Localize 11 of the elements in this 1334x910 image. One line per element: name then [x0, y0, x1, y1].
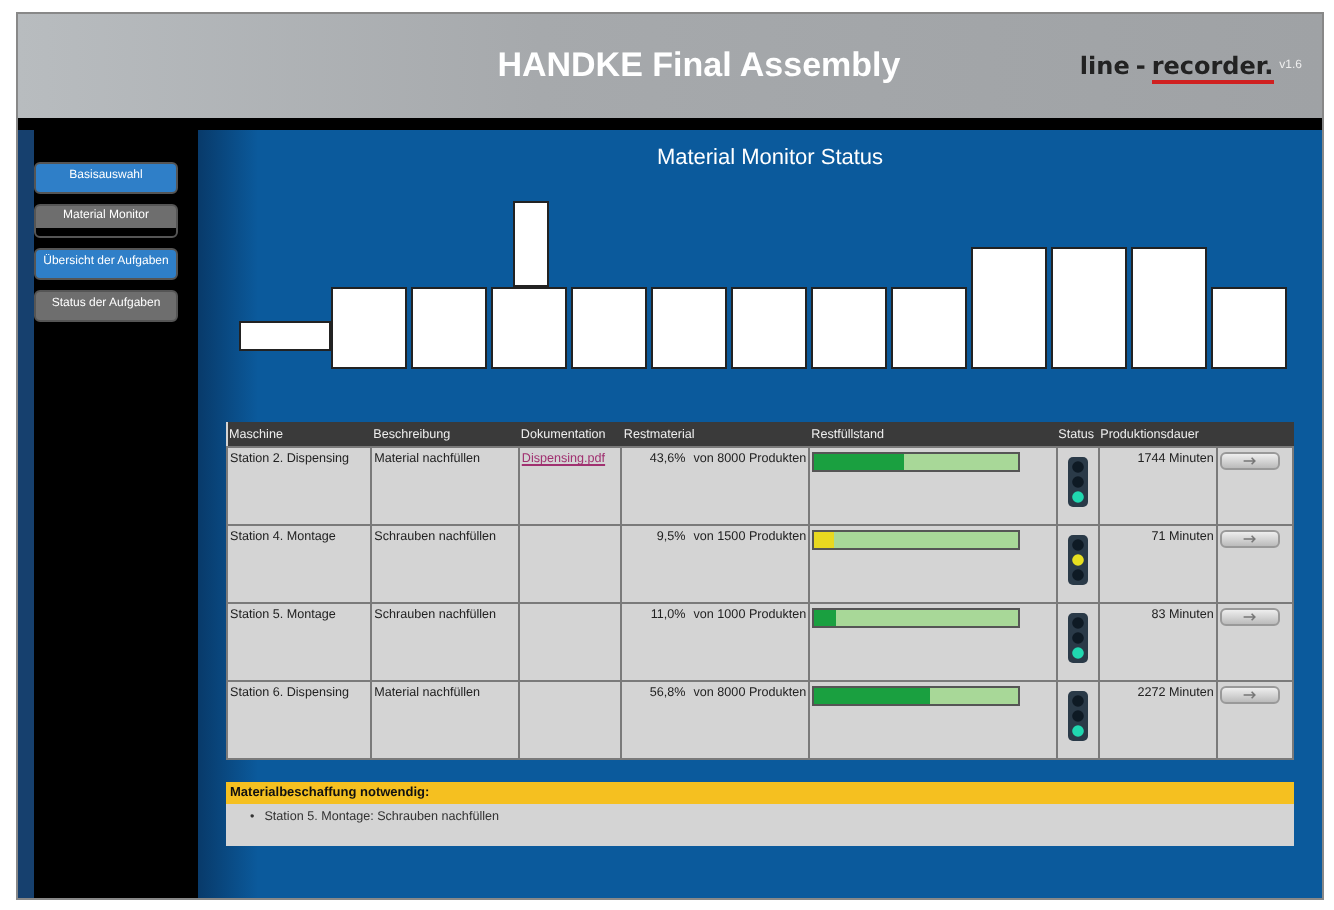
- logo: line - recorder.: [1079, 52, 1274, 80]
- action-button[interactable]: [1219, 452, 1280, 470]
- action-button[interactable]: [1219, 686, 1280, 704]
- arrow-icon: [1241, 534, 1258, 544]
- arrow-icon: [1241, 456, 1258, 466]
- arrow-icon: [1241, 612, 1258, 622]
- action-button[interactable]: [1219, 608, 1280, 626]
- panel-title: Material Monitor Status: [654, 146, 886, 170]
- app-title: HANDKE Final Assembly: [495, 46, 903, 86]
- arrow-icon: [1241, 690, 1258, 700]
- action-button[interactable]: [1219, 530, 1280, 548]
